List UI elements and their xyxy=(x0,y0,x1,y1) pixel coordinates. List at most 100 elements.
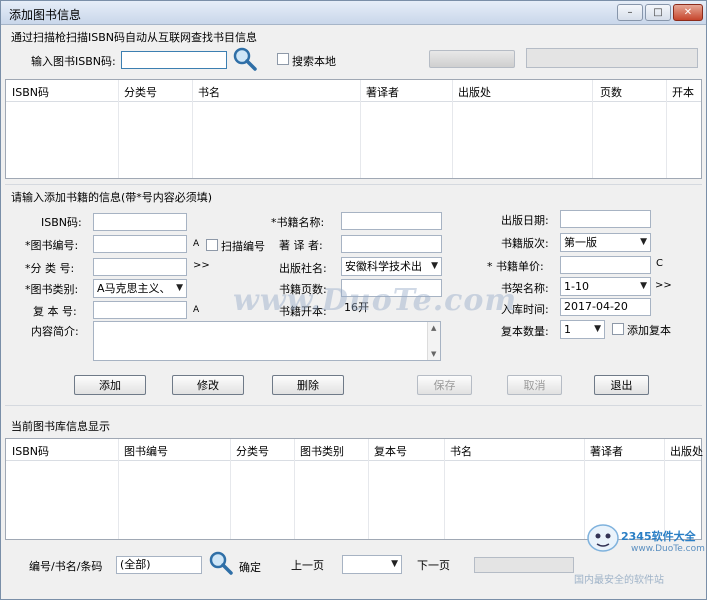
column-divider xyxy=(592,80,593,178)
publisher-select[interactable]: 安徽科学技术出 ▼ xyxy=(341,257,442,276)
page-select[interactable]: ▼ xyxy=(342,555,402,574)
copy-no-suffix: A xyxy=(193,305,200,315)
column-author[interactable]: 著译者 xyxy=(590,443,623,459)
column-format[interactable]: 开本 xyxy=(672,84,694,100)
chevron-down-icon: ▼ xyxy=(431,261,438,271)
column-isbn[interactable]: ISBN码 xyxy=(12,443,49,459)
column-publisher[interactable]: 出版处 xyxy=(670,443,703,459)
chevron-down-icon: ▼ xyxy=(640,281,647,291)
column-divider xyxy=(118,80,119,178)
chevron-down-icon: ▼ xyxy=(391,559,398,569)
fetch-progress-bar xyxy=(526,48,698,68)
cancel-button[interactable]: 取消 xyxy=(507,375,562,395)
shelf-value: 1-10 xyxy=(564,280,589,293)
category-select[interactable]: A马克思主义、 ▼ xyxy=(93,279,187,298)
logo-slogan: 国内最安全的软件站 xyxy=(574,575,664,586)
filter-field[interactable]: (全部) xyxy=(116,556,202,574)
summary-textarea[interactable] xyxy=(93,321,441,361)
book-no-field[interactable] xyxy=(93,235,187,253)
title-label: *书籍名称: xyxy=(271,216,325,229)
price-field[interactable] xyxy=(560,256,651,274)
title-field[interactable] xyxy=(341,212,442,230)
class-no-label: *分 类 号: xyxy=(25,262,75,275)
book-no-label: *图书编号: xyxy=(25,239,79,252)
column-divider xyxy=(118,439,119,539)
column-pages[interactable]: 页数 xyxy=(600,84,622,100)
window-title: 添加图书信息 xyxy=(9,8,82,22)
book-no-suffix: A xyxy=(193,239,200,249)
shelf-select[interactable]: 1-10 ▼ xyxy=(560,277,651,296)
column-copy-no[interactable]: 复本号 xyxy=(374,443,407,459)
logo-text: 2345软件大全 xyxy=(621,530,696,543)
copies-label: 复本数量: xyxy=(501,325,549,338)
page-progress-bar xyxy=(474,557,574,573)
chevron-down-icon: ▼ xyxy=(640,237,647,247)
scroll-up-icon[interactable]: ▲ xyxy=(431,324,436,332)
fetch-button[interactable] xyxy=(429,50,515,68)
price-label: * 书籍单价: xyxy=(487,260,544,273)
class-no-field[interactable] xyxy=(93,258,187,276)
column-book-no[interactable]: 图书编号 xyxy=(124,443,168,459)
prev-page-button[interactable]: 上一页 xyxy=(291,557,324,573)
search-results-table: ISBN码 分类号 书名 著译者 出版处 页数 开本 xyxy=(5,79,702,179)
category-label: *图书类别: xyxy=(25,283,79,296)
publisher-label: 出版社名: xyxy=(279,262,327,275)
save-button[interactable]: 保存 xyxy=(417,375,472,395)
isbn-search-input[interactable] xyxy=(121,51,227,69)
filter-label: 编号/书名/条码 xyxy=(29,560,103,573)
column-divider xyxy=(294,439,295,539)
add-button[interactable]: 添加 xyxy=(74,375,146,395)
scan-no-label: 扫描编号 xyxy=(221,240,265,253)
price-suffix: C xyxy=(656,258,663,269)
section-divider xyxy=(5,184,702,185)
isbn-label: ISBN码: xyxy=(41,216,82,229)
add-copies-checkbox[interactable] xyxy=(612,323,624,335)
column-author[interactable]: 著译者 xyxy=(366,84,399,100)
edition-select[interactable]: 第一版 ▼ xyxy=(560,233,651,252)
author-field[interactable] xyxy=(341,235,442,253)
column-divider xyxy=(666,80,667,178)
copy-no-field[interactable] xyxy=(93,301,187,319)
edition-label: 书籍版次: xyxy=(501,237,549,250)
close-button[interactable]: ✕ xyxy=(673,4,703,21)
maximize-button[interactable]: □ xyxy=(645,4,671,21)
summary-scrollbar[interactable]: ▲ ▼ xyxy=(427,322,440,360)
column-divider xyxy=(360,80,361,178)
stock-date-field[interactable]: 2017-04-20 xyxy=(560,298,651,316)
column-class-no[interactable]: 分类号 xyxy=(236,443,269,459)
class-no-more-button[interactable]: >> xyxy=(193,260,210,271)
library-header: ISBN码 图书编号 分类号 图书类别 复本号 书名 著译者 出版处 xyxy=(6,439,703,461)
shelf-more-button[interactable]: >> xyxy=(655,280,672,291)
section-divider xyxy=(5,405,702,406)
column-category[interactable]: 图书类别 xyxy=(300,443,344,459)
search-local-checkbox[interactable] xyxy=(277,53,289,65)
scroll-down-icon[interactable]: ▼ xyxy=(431,350,436,358)
minimize-button[interactable]: – xyxy=(617,4,643,21)
column-divider xyxy=(368,439,369,539)
delete-button[interactable]: 删除 xyxy=(272,375,344,395)
column-title[interactable]: 书名 xyxy=(198,84,220,100)
form-group-label: 请输入添加书籍的信息(带*号内容必须填) xyxy=(11,191,213,204)
column-publisher[interactable]: 出版处 xyxy=(458,84,491,100)
category-value: A马克思主义、 xyxy=(97,282,171,295)
column-divider xyxy=(444,439,445,539)
column-title[interactable]: 书名 xyxy=(450,443,472,459)
copies-select[interactable]: 1 ▼ xyxy=(560,320,605,339)
next-page-button[interactable]: 下一页 xyxy=(417,557,450,573)
exit-button[interactable]: 退出 xyxy=(594,375,649,395)
search-results-header: ISBN码 分类号 书名 著译者 出版处 页数 开本 xyxy=(6,80,701,102)
pub-date-field[interactable] xyxy=(560,210,651,228)
watermark-text: www.DuoTe.com xyxy=(233,283,518,318)
edition-value: 第一版 xyxy=(564,236,597,249)
edit-button[interactable]: 修改 xyxy=(172,375,244,395)
scan-no-checkbox[interactable] xyxy=(206,239,218,251)
confirm-button[interactable]: 确定 xyxy=(239,559,261,575)
copy-no-label: 复 本 号: xyxy=(33,305,77,318)
column-isbn[interactable]: ISBN码 xyxy=(12,84,49,100)
pub-date-label: 出版日期: xyxy=(501,214,549,227)
search-icon[interactable] xyxy=(208,550,234,576)
search-icon[interactable] xyxy=(232,46,258,72)
column-class-no[interactable]: 分类号 xyxy=(124,84,157,100)
isbn-field[interactable] xyxy=(93,213,187,231)
library-group-label: 当前图书库信息显示 xyxy=(11,420,110,433)
